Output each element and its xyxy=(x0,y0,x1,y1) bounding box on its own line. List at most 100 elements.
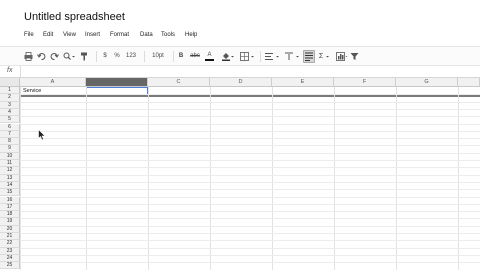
row-header[interactable]: 7 xyxy=(0,130,20,139)
toolbar-separator xyxy=(173,51,174,62)
align-left-icon[interactable] xyxy=(265,52,279,61)
row-header[interactable]: 18 xyxy=(0,211,20,219)
toolbar: $ % 123 10pt B abc A Σ xyxy=(0,46,480,66)
grid-row-line xyxy=(20,145,480,147)
grid-row-line xyxy=(20,189,480,191)
column-header-e[interactable]: E xyxy=(272,78,334,87)
grid-column-line xyxy=(334,87,335,270)
grid-column-line xyxy=(396,87,397,270)
grid-row-line xyxy=(20,101,480,103)
row-header[interactable]: 20 xyxy=(0,225,20,233)
fill-color-icon[interactable] xyxy=(222,52,234,61)
column-header-g[interactable]: G xyxy=(396,78,458,87)
row-header[interactable]: 24 xyxy=(0,254,20,263)
column-header-c[interactable]: C xyxy=(148,78,210,87)
row-header[interactable]: 14 xyxy=(0,181,20,190)
row-header[interactable]: 4 xyxy=(0,108,20,117)
column-header-b[interactable] xyxy=(86,78,148,87)
menu-bar: File Edit View Insert Format Data Tools … xyxy=(0,28,480,44)
strikethrough-button[interactable]: abc xyxy=(190,52,200,61)
formula-input[interactable] xyxy=(20,66,480,77)
grid-row-line xyxy=(20,225,480,227)
percent-format-button[interactable]: % xyxy=(114,52,120,61)
row-header[interactable]: 22 xyxy=(0,240,20,248)
grid-row-line xyxy=(20,211,480,213)
select-all-corner[interactable] xyxy=(0,78,20,87)
row-header[interactable]: 25 xyxy=(0,262,20,270)
column-header-d[interactable]: D xyxy=(210,78,272,87)
column-header-f[interactable]: F xyxy=(334,78,396,87)
redo-icon[interactable] xyxy=(50,52,59,61)
cell-a1[interactable]: Service xyxy=(23,88,41,94)
font-size-dropdown[interactable]: 10pt xyxy=(149,52,167,61)
row-header[interactable]: 21 xyxy=(0,233,20,241)
zoom-dropdown-icon[interactable] xyxy=(63,52,75,61)
row-header[interactable]: 13 xyxy=(0,174,20,182)
row-header[interactable]: 17 xyxy=(0,203,20,212)
fx-label: fx xyxy=(7,67,13,74)
menu-file[interactable]: File xyxy=(24,32,34,38)
grid-row-line xyxy=(20,94,480,96)
menu-format[interactable]: Format xyxy=(110,32,129,38)
grid-row-line xyxy=(20,196,480,198)
toolbar-separator xyxy=(260,51,261,62)
wrap-text-icon[interactable] xyxy=(303,50,315,63)
menu-tools[interactable]: Tools xyxy=(161,32,175,38)
grid-row-line xyxy=(20,174,480,176)
row-header[interactable]: 3 xyxy=(0,101,20,109)
grid-row-line xyxy=(20,233,480,234)
grid-column-line xyxy=(148,87,149,270)
mouse-cursor-icon xyxy=(38,129,46,141)
column-header-a[interactable]: A xyxy=(20,78,86,87)
currency-format-button[interactable]: $ xyxy=(102,52,108,61)
row-header[interactable]: 9 xyxy=(0,145,20,153)
grid-row-line xyxy=(20,167,480,169)
vertical-align-icon[interactable] xyxy=(285,52,299,61)
grid-row-line xyxy=(20,247,480,249)
functions-button[interactable]: Σ xyxy=(318,52,324,61)
borders-icon[interactable] xyxy=(240,52,254,61)
row-header[interactable]: 6 xyxy=(0,123,20,131)
document-title[interactable]: Untitled spreadsheet xyxy=(24,11,125,23)
text-color-button[interactable]: A xyxy=(205,52,214,61)
grid-column-line xyxy=(86,87,87,270)
insert-chart-icon[interactable] xyxy=(336,52,348,61)
print-icon[interactable] xyxy=(24,52,33,61)
row-header[interactable]: 11 xyxy=(0,160,20,168)
grid-row-line xyxy=(20,108,480,110)
grid-row-line xyxy=(20,181,480,183)
row-header[interactable]: 23 xyxy=(0,247,20,255)
grid-column-line xyxy=(210,87,211,270)
row-header[interactable]: 2 xyxy=(0,94,20,102)
filter-icon[interactable] xyxy=(350,52,359,61)
spreadsheet-grid[interactable]: A C D E F G Service 1 2 3 4 5 6 7 8 9 10 11 12 13 14 1… xyxy=(0,78,480,270)
functions-dropdown-icon[interactable] xyxy=(325,52,331,61)
column-header-next[interactable] xyxy=(458,78,480,87)
row-header[interactable]: 19 xyxy=(0,218,20,226)
grid-row-line xyxy=(20,254,480,256)
menu-view[interactable]: View xyxy=(63,32,76,38)
row-header[interactable]: 15 xyxy=(0,189,20,197)
menu-data[interactable]: Data xyxy=(140,32,153,38)
row-header[interactable]: 12 xyxy=(0,167,20,175)
row-header[interactable]: 8 xyxy=(0,138,20,146)
frozen-row-divider[interactable] xyxy=(20,95,480,97)
paint-format-icon[interactable] xyxy=(80,52,89,61)
formula-bar: fx xyxy=(0,66,480,78)
menu-insert[interactable]: Insert xyxy=(85,32,100,38)
row-header[interactable]: 10 xyxy=(0,152,20,160)
row-header[interactable]: 1 xyxy=(0,87,20,95)
toolbar-separator xyxy=(96,51,97,62)
grid-column-line xyxy=(458,87,459,270)
grid-column-line xyxy=(20,87,21,270)
grid-row-line xyxy=(20,116,480,118)
grid-row-line xyxy=(20,262,480,264)
grid-row-line xyxy=(20,138,480,140)
row-header[interactable]: 5 xyxy=(0,116,20,124)
number-format-dropdown[interactable]: 123 xyxy=(124,52,138,61)
undo-icon[interactable] xyxy=(37,52,46,61)
bold-button[interactable]: B xyxy=(178,52,184,61)
row-header[interactable]: 16 xyxy=(0,196,20,204)
menu-edit[interactable]: Edit xyxy=(43,32,53,38)
menu-help[interactable]: Help xyxy=(185,32,197,38)
